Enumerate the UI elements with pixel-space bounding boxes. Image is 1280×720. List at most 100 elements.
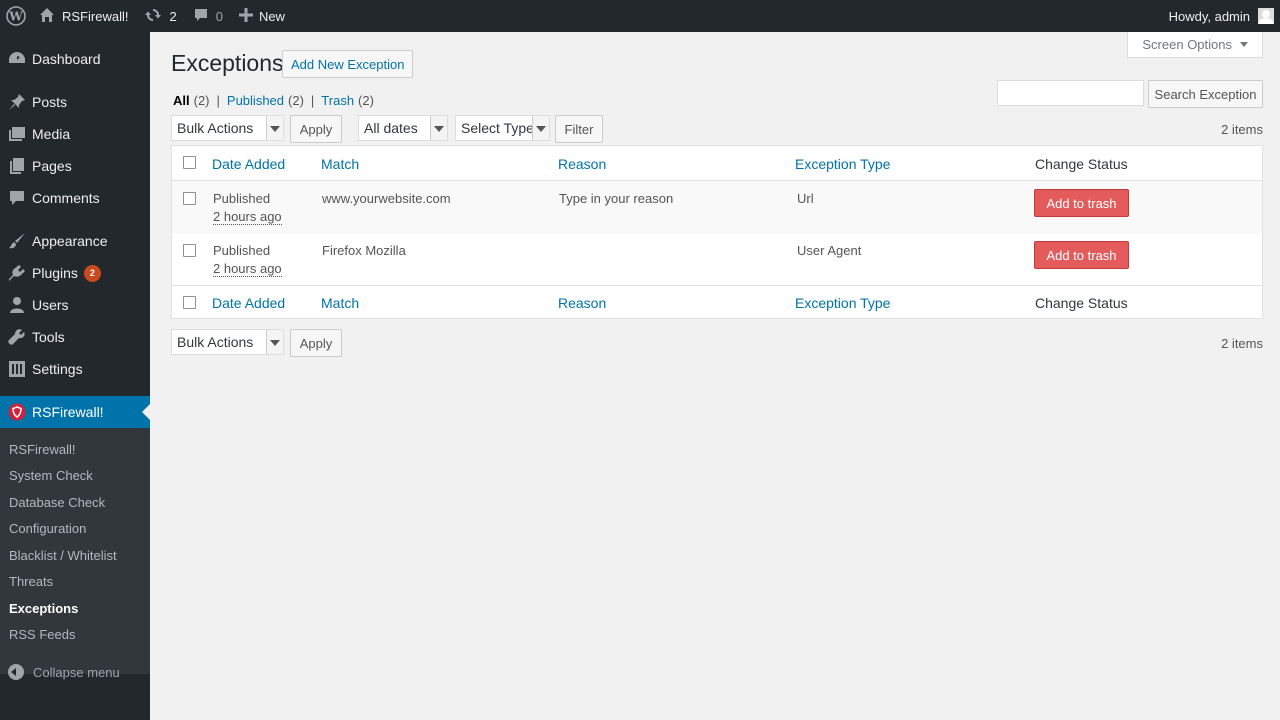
sidebar-item-appearance[interactable]: Appearance — [0, 225, 150, 257]
submenu-configuration[interactable]: Configuration — [9, 521, 86, 536]
sidebar-item-media[interactable]: Media — [0, 118, 150, 150]
account-menu[interactable]: Howdy, admin — [1161, 0, 1280, 32]
bulk-actions-select-bottom[interactable]: Bulk Actions — [171, 329, 284, 355]
pin-icon — [7, 92, 27, 112]
bulk-actions-select-top[interactable]: Bulk Actions — [171, 115, 284, 141]
search-exception-button[interactable]: Search Exception — [1148, 80, 1263, 108]
sidebar-item-label: RSFirewall! — [32, 404, 104, 420]
column-reason[interactable]: Reason — [558, 295, 606, 311]
filter-trash-count: (2) — [358, 93, 374, 108]
table-row: Published 2 hours ago Firefox Mozilla Us… — [172, 233, 1262, 285]
screen-options-button[interactable]: Screen Options — [1127, 32, 1263, 58]
updates-count: 2 — [169, 8, 177, 24]
sidebar-item-users[interactable]: Users — [0, 289, 150, 321]
date-filter-value: All dates — [364, 120, 418, 136]
sidebar-item-label: Pages — [32, 158, 72, 174]
main-content: Screen Options Exceptions Add New Except… — [150, 32, 1280, 720]
filter-trash-link[interactable]: Trash — [321, 93, 354, 108]
row-exception-type: User Agent — [797, 243, 862, 258]
chevron-down-icon — [430, 116, 447, 140]
table-footer-row: Date Added Match Reason Exception Type C… — [172, 285, 1262, 319]
table-row: Published 2 hours ago www.yourwebsite.co… — [172, 181, 1262, 233]
add-to-trash-button[interactable]: Add to trash — [1034, 189, 1129, 217]
filter-all-count: (2) — [193, 93, 210, 108]
chevron-down-icon — [266, 116, 283, 140]
apply-button-bottom[interactable]: Apply — [290, 329, 342, 357]
submenu-rss-feeds[interactable]: RSS Feeds — [9, 627, 75, 642]
submenu-system-check[interactable]: System Check — [9, 468, 93, 483]
filter-published-count: (2) — [288, 93, 304, 108]
row-checkbox[interactable] — [183, 244, 196, 257]
date-filter-select[interactable]: All dates — [358, 115, 448, 141]
sidebar-item-settings[interactable]: Settings — [0, 353, 150, 385]
sidebar-item-tools[interactable]: Tools — [0, 321, 150, 353]
column-exception-type[interactable]: Exception Type — [795, 295, 890, 311]
type-filter-select[interactable]: Select Type — [455, 115, 550, 141]
filter-published-link[interactable]: Published — [227, 93, 284, 108]
new-label: New — [258, 8, 285, 24]
collapse-menu-label: Collapse menu — [33, 664, 120, 680]
submenu-threats[interactable]: Threats — [9, 574, 53, 589]
plugin-icon — [7, 263, 27, 283]
greeting: Howdy, admin — [1168, 8, 1250, 24]
submenu-database-check[interactable]: Database Check — [9, 495, 105, 510]
bulk-actions-value: Bulk Actions — [177, 334, 254, 350]
users-icon — [7, 295, 27, 315]
sidebar-item-label: Appearance — [32, 233, 108, 249]
submenu-exceptions[interactable]: Exceptions — [9, 601, 78, 616]
apply-button-top[interactable]: Apply — [290, 115, 342, 143]
sidebar-item-label: Users — [32, 297, 69, 313]
search-input[interactable] — [997, 80, 1144, 106]
plus-icon — [238, 7, 253, 25]
collapse-menu-button[interactable]: Collapse menu — [0, 654, 150, 690]
filter-button[interactable]: Filter — [555, 115, 603, 143]
select-all-checkbox[interactable] — [183, 156, 196, 169]
column-match[interactable]: Match — [321, 156, 359, 172]
select-all-checkbox[interactable] — [183, 296, 196, 309]
chevron-down-icon — [266, 330, 283, 354]
new-content-link[interactable]: New — [231, 0, 293, 32]
add-to-trash-button[interactable]: Add to trash — [1034, 241, 1129, 269]
sidebar-item-dashboard[interactable]: Dashboard — [0, 43, 150, 75]
pages-icon — [7, 156, 27, 176]
add-new-exception-button[interactable]: Add New Exception — [282, 50, 414, 78]
column-exception-type[interactable]: Exception Type — [795, 156, 890, 172]
sidebar-item-rsfirewall[interactable]: RSFirewall! — [0, 396, 150, 428]
items-count-top: 2 items — [1221, 122, 1263, 137]
column-date-added[interactable]: Date Added — [212, 156, 285, 172]
sidebar-item-posts[interactable]: Posts — [0, 86, 150, 118]
status-filter-links: All (2) | Published (2) | Trash (2) — [173, 93, 374, 108]
shield-icon — [7, 402, 27, 422]
items-count-bottom: 2 items — [1221, 336, 1263, 351]
submenu-blacklist-whitelist[interactable]: Blacklist / Whitelist — [9, 548, 117, 563]
updates-link[interactable]: 2 — [136, 0, 184, 32]
row-match-link[interactable]: www.yourwebsite.com — [322, 191, 451, 206]
separator: | — [216, 93, 220, 108]
column-date-added[interactable]: Date Added — [212, 295, 285, 311]
sidebar-item-label: Media — [32, 126, 71, 142]
sidebar-item-pages[interactable]: Pages — [0, 150, 150, 182]
submenu-rsfirewall[interactable]: RSFirewall! — [9, 442, 75, 457]
page-title: Exceptions — [171, 50, 284, 76]
separator: | — [310, 93, 315, 108]
sidebar-item-label: Dashboard — [32, 51, 101, 67]
media-icon — [7, 124, 27, 144]
row-match-link[interactable]: Firefox Mozilla — [322, 243, 406, 258]
comment-icon — [193, 7, 209, 26]
comments-link[interactable]: 0 — [185, 0, 231, 32]
dashboard-icon — [7, 49, 27, 69]
column-change-status: Change Status — [1035, 295, 1128, 311]
filter-all-link[interactable]: All — [173, 93, 190, 108]
column-reason[interactable]: Reason — [558, 156, 606, 172]
wordpress-logo-icon[interactable]: W — [1, 0, 31, 32]
settings-icon — [7, 359, 27, 379]
svg-text:W: W — [8, 10, 23, 24]
column-match[interactable]: Match — [321, 295, 359, 311]
avatar — [1258, 8, 1274, 24]
sidebar-item-plugins[interactable]: Plugins 2 — [0, 257, 150, 289]
site-name-link[interactable]: RSFirewall! — [31, 0, 136, 32]
type-filter-value: Select Type — [461, 120, 534, 136]
comments-count: 0 — [215, 8, 223, 24]
sidebar-item-comments[interactable]: Comments — [0, 182, 150, 214]
row-checkbox[interactable] — [183, 192, 196, 205]
